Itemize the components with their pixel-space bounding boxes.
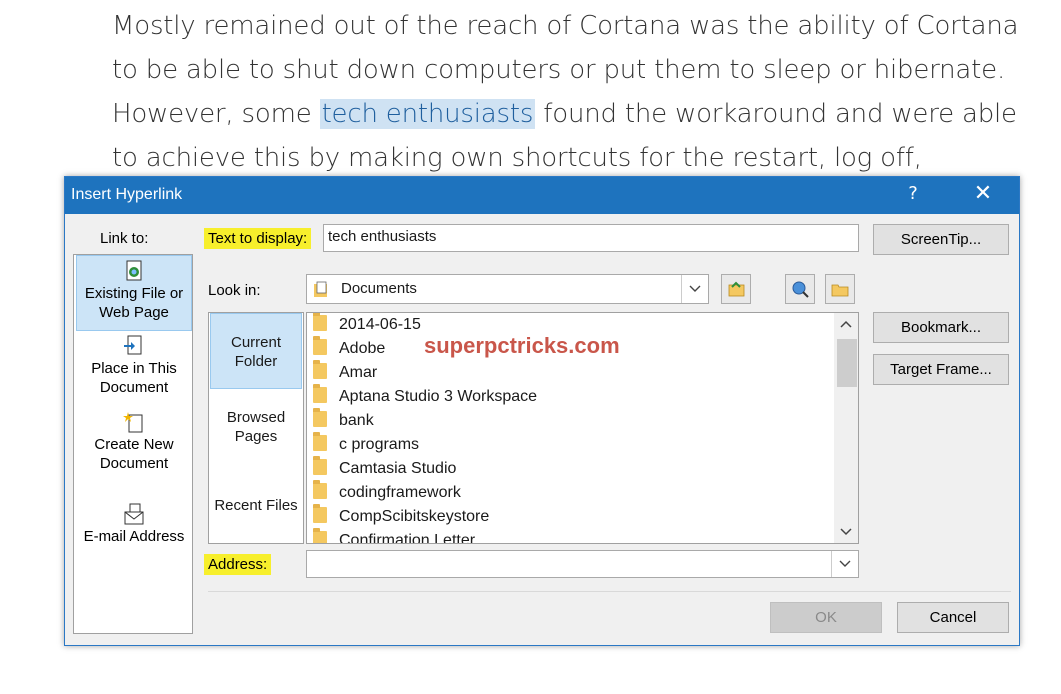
link-to-new-document[interactable]: Create New Document (76, 411, 192, 477)
target-frame-button[interactable]: Target Frame... (873, 354, 1009, 385)
tab-recent-files-label: Recent Files (214, 497, 298, 514)
link-to-email[interactable]: E-mail Address (76, 503, 192, 553)
doc-line-4: to achieve this by making own shortcuts … (112, 143, 922, 173)
ok-button[interactable]: OK (770, 602, 882, 633)
look-in-chevron-down-icon[interactable] (681, 275, 708, 303)
documents-folder-icon (314, 281, 327, 297)
address-input[interactable] (306, 550, 859, 578)
list-item[interactable]: Confirmation Letter (313, 528, 475, 543)
folder-icon (313, 432, 327, 451)
doc-line-3-start: However, some (112, 99, 320, 129)
folder-icon (313, 336, 327, 355)
list-item[interactable]: 2014-06-15 (313, 313, 421, 337)
screentip-button[interactable]: ScreenTip... (873, 224, 1009, 255)
list-item[interactable]: Aptana Studio 3 Workspace (313, 384, 537, 409)
link-to-existing-file[interactable]: Existing File or Web Page (76, 255, 192, 331)
folder-icon (313, 480, 327, 499)
existing-file-icon (126, 260, 142, 281)
browse-file-button[interactable] (825, 274, 855, 304)
doc-line-1: Mostly remained out of the reach of Cort… (112, 11, 1019, 41)
insert-hyperlink-dialog: Insert Hyperlink ? ✕ Link to: Existing F… (64, 176, 1020, 646)
email-icon (124, 503, 144, 525)
list-item[interactable]: Adobe (313, 336, 385, 361)
document-body: Mostly remained out of the reach of Cort… (112, 4, 1042, 180)
folder-icon (313, 384, 327, 403)
tab-browsed-pages[interactable]: Browsed Pages (210, 408, 302, 458)
text-to-display-input[interactable]: tech enthusiasts (323, 224, 859, 252)
file-list[interactable]: 2014-06-15 Adobe Amar Aptana Studio 3 Wo… (306, 312, 859, 544)
doc-line-3: However, some tech enthusiasts found the… (112, 92, 1042, 136)
file-list-scrollbar[interactable] (834, 313, 858, 543)
close-button[interactable]: ✕ (971, 181, 995, 206)
folder-icon (313, 504, 327, 523)
doc-line-3-end: found the workaround and were able (535, 99, 1017, 129)
list-item[interactable]: CompScibitskeystore (313, 504, 489, 529)
browse-web-button[interactable] (785, 274, 815, 304)
email-label: E-mail Address (83, 528, 185, 545)
new-document-icon (123, 412, 143, 433)
tab-recent-files[interactable]: Recent Files (210, 496, 302, 526)
list-item[interactable]: Camtasia Studio (313, 456, 456, 481)
dialog-title: Insert Hyperlink (71, 186, 183, 203)
look-in-value: Documents (341, 280, 417, 297)
divider (208, 591, 1011, 592)
link-to-panel: Existing File or Web Page Place in This … (73, 254, 193, 634)
selected-text[interactable]: tech enthusiasts (319, 99, 536, 129)
folder-icon (313, 313, 327, 331)
scrollbar-thumb[interactable] (837, 339, 857, 387)
link-to-label: Link to: (100, 230, 149, 247)
scroll-down-icon[interactable] (838, 525, 854, 539)
cancel-button[interactable]: Cancel (897, 602, 1009, 633)
folder-icon (313, 456, 327, 475)
folder-icon (313, 408, 327, 427)
place-in-document-icon (124, 335, 142, 355)
existing-file-label: Existing File or Web Page (84, 285, 184, 321)
new-document-label: Create New Document (94, 436, 174, 472)
address-chevron-down-icon[interactable] (831, 551, 858, 577)
list-item[interactable]: bank (313, 408, 374, 433)
doc-line-2: to be able to shut down computers or put… (112, 55, 1006, 85)
scroll-up-icon[interactable] (838, 317, 854, 331)
place-in-document-label: Place in This Document (91, 360, 177, 396)
up-folder-icon (728, 281, 745, 297)
link-to-place-in-document[interactable]: Place in This Document (76, 335, 192, 401)
browse-tabs: Current Folder Browsed Pages Recent File… (208, 312, 304, 544)
tab-current-folder-label: Current Folder (230, 334, 282, 370)
look-in-label: Look in: (208, 282, 261, 299)
browse-web-icon (792, 281, 809, 298)
tab-browsed-pages-label: Browsed Pages (226, 409, 286, 445)
address-label: Address: (204, 554, 272, 575)
watermark: superpctricks.com (424, 333, 620, 358)
text-to-display-label: Text to display: (204, 228, 312, 249)
list-item[interactable]: c programs (313, 432, 419, 457)
bookmark-button[interactable]: Bookmark... (873, 312, 1009, 343)
open-folder-icon (831, 284, 849, 297)
dialog-titlebar[interactable]: Insert Hyperlink ? ✕ (65, 177, 1019, 214)
list-item[interactable]: codingframework (313, 480, 461, 505)
up-one-folder-button[interactable] (721, 274, 751, 304)
help-button[interactable]: ? (903, 183, 923, 204)
look-in-dropdown[interactable]: Documents (306, 274, 709, 304)
list-item[interactable]: Amar (313, 360, 377, 385)
tab-current-folder[interactable]: Current Folder (210, 313, 302, 389)
folder-icon (313, 528, 327, 543)
folder-icon (313, 360, 327, 379)
